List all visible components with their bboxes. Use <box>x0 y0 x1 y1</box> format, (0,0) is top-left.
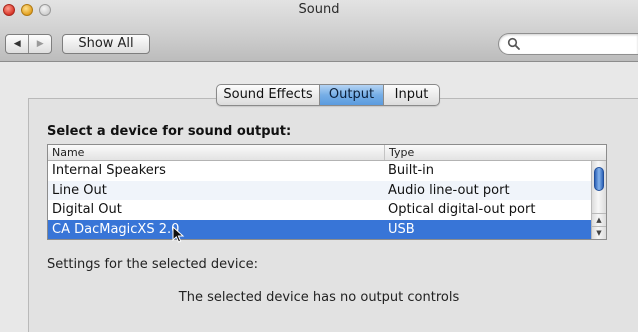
table-row[interactable]: Internal Speakers Built-in <box>48 161 606 181</box>
table-row[interactable]: Line Out Audio line-out port <box>48 180 606 200</box>
scroll-thumb[interactable] <box>594 167 604 191</box>
select-device-label: Select a device for sound output: <box>47 124 292 139</box>
settings-label: Settings for the selected device: <box>47 257 259 272</box>
search-icon <box>507 37 520 50</box>
mouse-pointer-icon <box>172 226 185 243</box>
column-header-type[interactable]: Type <box>384 145 592 160</box>
tab-sound-effects[interactable]: Sound Effects <box>217 85 319 105</box>
device-name: Line Out <box>52 182 107 198</box>
device-name: Internal Speakers <box>52 163 166 178</box>
table-row[interactable]: Digital Out Optical digital-out port <box>48 200 606 220</box>
device-type: USB <box>388 221 415 237</box>
table-row-selected[interactable]: CA DacMagicXS 2.0 USB <box>48 219 606 239</box>
vertical-scrollbar[interactable]: ▲ ▼ <box>591 161 606 239</box>
column-header-name[interactable]: Name <box>48 145 384 160</box>
tab-bar: Sound Effects Output Input <box>216 84 440 106</box>
title-bar: Sound ◀ ▶ Show All <box>0 0 638 62</box>
device-name: CA DacMagicXS 2.0 <box>52 221 180 237</box>
back-forward-control: ◀ ▶ <box>5 34 52 54</box>
forward-button[interactable]: ▶ <box>28 35 51 53</box>
output-device-table[interactable]: Name Type Internal Speakers Built-in Lin… <box>47 144 607 240</box>
device-type: Optical digital-out port <box>388 202 536 217</box>
device-name: Digital Out <box>52 202 122 217</box>
device-type: Audio line-out port <box>388 182 510 198</box>
tab-output[interactable]: Output <box>319 85 383 105</box>
show-all-button[interactable]: Show All <box>62 34 150 54</box>
sound-preferences-window: Sound ◀ ▶ Show All Sound Effects Output … <box>0 0 638 332</box>
back-button[interactable]: ◀ <box>6 35 28 53</box>
window-title: Sound <box>298 2 340 17</box>
scroll-up-icon[interactable]: ▲ <box>592 213 606 226</box>
scroll-down-icon[interactable]: ▼ <box>592 226 606 239</box>
no-controls-message: The selected device has no output contro… <box>178 290 460 305</box>
device-type: Built-in <box>388 163 435 178</box>
search-input[interactable] <box>498 33 638 55</box>
tab-input[interactable]: Input <box>383 85 439 105</box>
table-header: Name Type <box>48 145 606 161</box>
